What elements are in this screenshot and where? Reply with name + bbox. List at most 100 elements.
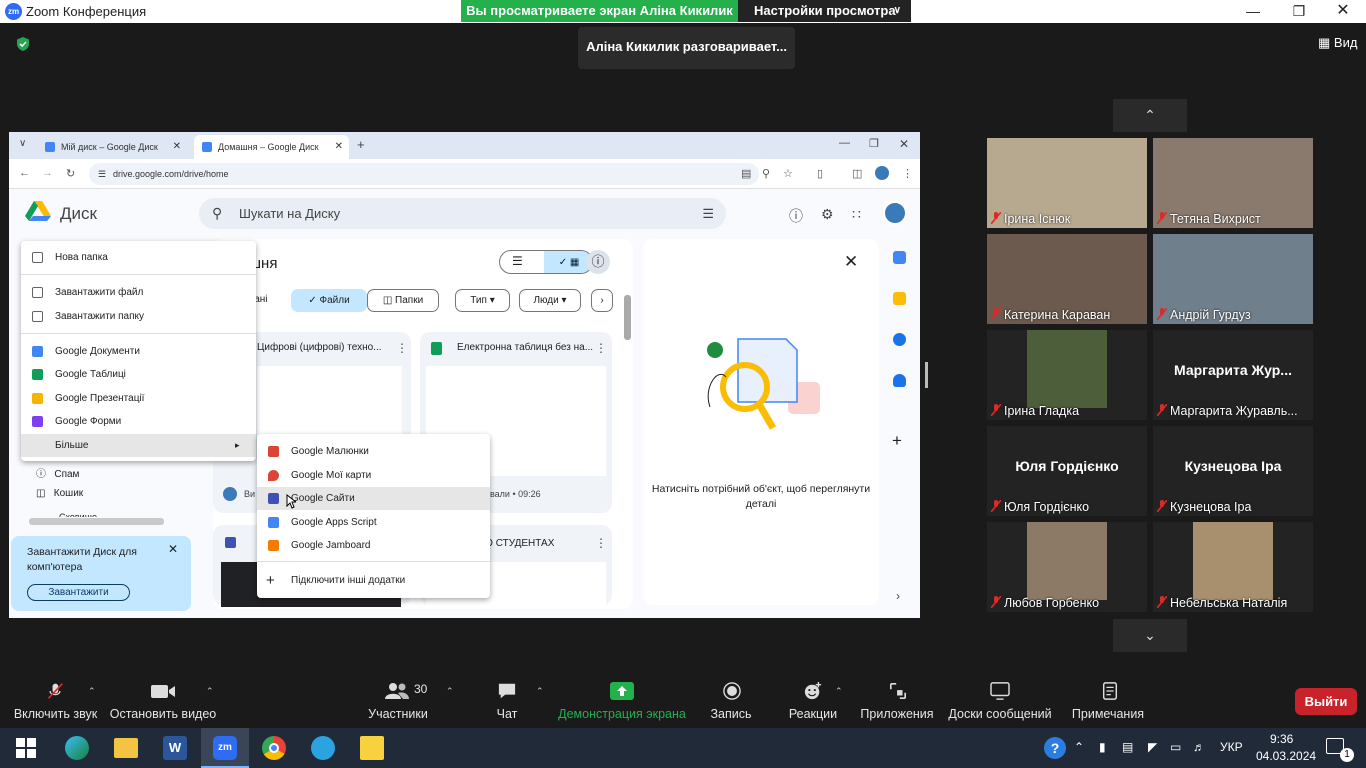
keep-icon[interactable] xyxy=(893,292,906,305)
drive-search-input[interactable]: ⚲ Шукати на Диску ☰ xyxy=(199,198,726,229)
zoom-taskbar-item[interactable]: zm xyxy=(201,728,249,768)
help-icon[interactable]: ⓘ xyxy=(789,206,803,226)
tab-search-icon[interactable]: ∨ xyxy=(19,138,26,149)
close-icon[interactable]: ✕ xyxy=(899,137,909,151)
sticky-notes-icon[interactable] xyxy=(360,736,384,760)
whiteboards-button[interactable]: Доски сообщений xyxy=(945,672,1055,728)
menu-item-forms[interactable]: Google Форми xyxy=(21,410,256,433)
menu-item-drawings[interactable]: Google Малюнки xyxy=(257,440,490,463)
close-tab-icon[interactable]: ✕ xyxy=(173,135,181,159)
reload-icon[interactable]: ↻ xyxy=(66,167,75,180)
clock-time[interactable]: 9:36 xyxy=(1270,732,1293,746)
minimize-icon[interactable]: — xyxy=(839,137,850,149)
sidepanel-icon[interactable]: ◫ xyxy=(852,167,862,180)
menu-item-upload-folder[interactable]: Завантажити папку xyxy=(21,305,256,328)
chrome-icon[interactable] xyxy=(262,736,286,760)
url-field[interactable]: ☰ drive.google.com/drive/home xyxy=(89,163,759,185)
menu-item-new-folder[interactable]: Нова папка xyxy=(21,246,256,269)
install-icon[interactable]: ▤ xyxy=(741,167,751,180)
file-explorer-icon[interactable] xyxy=(114,738,138,758)
menu-item-docs[interactable]: Google Документи xyxy=(21,340,256,363)
edge-icon[interactable] xyxy=(65,736,89,760)
display-icon[interactable]: ▤ xyxy=(1122,740,1133,754)
audio-options-icon[interactable]: ⌃ xyxy=(88,686,96,697)
site-info-icon[interactable]: ☰ xyxy=(98,163,106,185)
gear-icon[interactable]: ⚙ xyxy=(821,206,834,223)
help-icon[interactable]: ? xyxy=(1044,737,1066,759)
show-hidden-icons-icon[interactable]: ⌃ xyxy=(1074,740,1084,754)
participant-tile[interactable]: Ірина Гладка xyxy=(987,330,1147,420)
extensions-icon[interactable]: ▯ xyxy=(817,167,823,180)
sidebar-item-trash[interactable]: ◫ Кошик xyxy=(36,488,83,499)
list-view-icon[interactable]: ☰ xyxy=(512,254,523,268)
leave-meeting-button[interactable]: Выйти xyxy=(1295,688,1357,715)
video-options-icon[interactable]: ⌃ xyxy=(206,686,214,697)
view-button[interactable]: ▦ Вид xyxy=(1318,35,1357,51)
stop-video-button[interactable]: Остановить видео xyxy=(108,672,218,728)
participant-tile[interactable]: Любов Горбенко xyxy=(987,522,1147,612)
sidebar-item-storage[interactable]: Сховище xyxy=(59,512,99,517)
chevron-right-icon[interactable]: › xyxy=(896,589,900,603)
add-app-icon[interactable]: + xyxy=(892,431,902,451)
menu-item-upload-file[interactable]: Завантажити файл xyxy=(21,281,256,304)
telegram-icon[interactable] xyxy=(311,736,335,760)
menu-item-connect-apps[interactable]: + Підключити інші додатки xyxy=(257,569,490,592)
sidebar-scrollbar[interactable] xyxy=(29,518,164,525)
menu-item-mymaps[interactable]: Google Мої карти xyxy=(257,464,490,487)
filter-type[interactable]: Тип ▾ xyxy=(455,289,510,312)
restore-button[interactable]: ❐ xyxy=(1276,0,1322,22)
participant-tile[interactable]: Юля Гордієнко Юля Гордієнко xyxy=(987,426,1147,516)
unmute-button[interactable]: Включить звук xyxy=(8,672,103,728)
participants-button[interactable]: 30 Участники xyxy=(360,672,436,728)
notes-button[interactable]: Примечания xyxy=(1068,672,1148,728)
menu-item-jamboard[interactable]: Google Jamboard xyxy=(257,534,490,557)
record-button[interactable]: Запись xyxy=(700,672,762,728)
zoom-icon[interactable]: ⚲ xyxy=(762,167,770,180)
participant-tile[interactable]: Небельська Наталія xyxy=(1153,522,1313,612)
close-icon[interactable]: ✕ xyxy=(844,252,858,272)
calendar-icon[interactable] xyxy=(893,251,906,264)
participant-tile[interactable]: Маргарита Жур... Маргарита Журавль... xyxy=(1153,330,1313,420)
menu-item-sheets[interactable]: Google Таблиці xyxy=(21,363,256,386)
wifi-icon[interactable]: ◤ xyxy=(1148,740,1157,754)
battery-icon[interactable]: ▭ xyxy=(1170,740,1181,754)
shield-icon[interactable] xyxy=(15,36,31,52)
tasks-icon[interactable] xyxy=(893,333,906,346)
sidebar-item-spam[interactable]: ⓘ Спам xyxy=(36,465,79,480)
toggle-files[interactable]: ✓ Файли xyxy=(291,289,367,312)
microphone-icon[interactable]: ▮ xyxy=(1099,740,1106,754)
restore-icon[interactable]: ❐ xyxy=(869,137,879,150)
menu-item-apps-script[interactable]: Google Apps Script xyxy=(257,511,490,534)
menu-dots-icon[interactable]: ⋮ xyxy=(902,167,913,180)
participant-tile[interactable]: Андрій Гурдуз xyxy=(1153,234,1313,324)
participant-tile[interactable]: Ірина Існюк xyxy=(987,138,1147,228)
filter-scroll-right-icon[interactable]: › xyxy=(591,289,613,312)
close-tab-icon[interactable]: ✕ xyxy=(335,135,343,159)
download-button[interactable]: Завантажити xyxy=(27,584,130,601)
star-icon[interactable]: ☆ xyxy=(783,167,793,180)
view-settings-button[interactable]: Настройки просмотра ∨ xyxy=(738,0,911,22)
toggle-folders[interactable]: ◫ Папки xyxy=(367,289,439,312)
word-icon[interactable]: W xyxy=(163,736,187,760)
account-avatar[interactable] xyxy=(883,201,907,225)
apps-button[interactable]: Приложения xyxy=(860,672,934,728)
search-options-icon[interactable]: ☰ xyxy=(702,198,714,229)
reactions-options-icon[interactable]: ⌃ xyxy=(835,686,843,697)
windows-start-icon[interactable] xyxy=(16,738,36,758)
input-language[interactable]: УКР xyxy=(1220,740,1243,754)
gallery-down-button[interactable]: ⌄ xyxy=(1113,619,1187,652)
volume-icon[interactable]: ♬ xyxy=(1193,740,1205,754)
clock-date[interactable]: 04.03.2024 xyxy=(1256,749,1316,763)
more-vert-icon[interactable]: ⋮ xyxy=(595,341,607,355)
contacts-icon[interactable] xyxy=(893,374,906,387)
filter-people[interactable]: Люди ▾ xyxy=(519,289,581,312)
new-tab-icon[interactable]: + xyxy=(357,137,365,152)
layout-toggle[interactable]: ☰ ✓ ▦ xyxy=(499,250,593,274)
profile-icon[interactable] xyxy=(875,166,889,180)
close-icon[interactable]: ✕ xyxy=(168,542,178,556)
minimize-button[interactable]: — xyxy=(1230,0,1276,22)
tab-home-drive[interactable]: Домашня – Google Диск ✕ xyxy=(194,135,349,159)
splitter-handle[interactable] xyxy=(925,362,928,388)
participants-options-icon[interactable]: ⌃ xyxy=(446,686,454,697)
info-icon[interactable]: ⓘ xyxy=(586,250,610,274)
